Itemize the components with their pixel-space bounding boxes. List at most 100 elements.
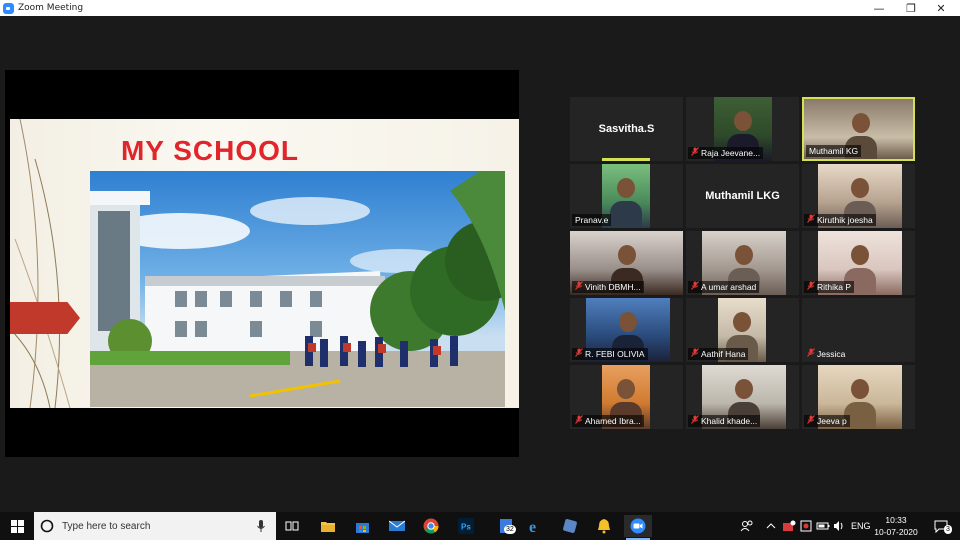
mail-icon[interactable]	[383, 515, 411, 537]
language-indicator[interactable]: ENG	[851, 512, 871, 540]
task-view-icon[interactable]	[278, 515, 306, 537]
photoshop-icon[interactable]: Ps	[452, 515, 480, 537]
participant-tile[interactable]: Rithika P	[802, 231, 915, 295]
muted-microphone-icon	[691, 147, 699, 159]
file-explorer-icon[interactable]	[314, 515, 342, 537]
participant-name: Vinith DBMH...	[585, 282, 641, 292]
clock-date: 10-07-2020	[874, 527, 918, 537]
participant-tile[interactable]: Raja Jeevane...	[686, 97, 799, 161]
school-photo	[90, 171, 505, 407]
slide-arrow-marker	[10, 302, 80, 334]
presentation-slide: MY SCHOOL	[10, 119, 519, 408]
participant-tile[interactable]: Muthamil KG	[802, 97, 915, 161]
clock-time: 10:33	[885, 515, 907, 525]
participant-name: R. FEBI OLIVIA	[585, 349, 645, 359]
speaking-indicator	[602, 158, 650, 161]
participant-tile[interactable]: Kiruthik joesha	[802, 164, 915, 228]
muted-microphone-icon	[807, 281, 815, 293]
participant-name: Muthamil KG	[809, 146, 859, 156]
system-clock[interactable]: 10:33 10-07-2020	[874, 514, 918, 538]
muted-microphone-icon	[575, 281, 583, 293]
search-placeholder: Type here to search	[62, 520, 151, 532]
participant-name-label: A umar arshad	[688, 281, 760, 293]
store-icon[interactable]	[348, 515, 376, 537]
participant-name: Rithika P	[817, 282, 852, 292]
participant-tile[interactable]: Ahamed Ibra...	[570, 365, 683, 429]
participant-name: Khalid khade...	[701, 416, 758, 426]
svg-text:Ps: Ps	[461, 523, 471, 532]
participant-tile[interactable]: Vinith DBMH...	[570, 231, 683, 295]
maximize-button[interactable]: ❐	[895, 0, 927, 16]
zoom-window: Zoom Meeting — ❐ ✕ MY SCHOOL Sasvitha.S …	[0, 0, 960, 512]
chrome-icon[interactable]	[417, 515, 445, 537]
participant-name-label: Ahamed Ibra...	[572, 415, 644, 427]
participant-name-label: Pranav.e	[572, 214, 612, 226]
screen-record-icon[interactable]	[800, 512, 812, 540]
muted-microphone-icon	[691, 281, 699, 293]
app-shortcut-icon[interactable]	[556, 515, 584, 537]
participant-name: Jessica	[817, 349, 846, 359]
notification-count-badge: 3	[944, 525, 952, 534]
action-center-button[interactable]: 3	[926, 512, 956, 540]
edge-icon[interactable]: e	[522, 515, 550, 537]
zoom-taskbar-icon[interactable]	[624, 515, 652, 540]
participant-name: Sasvitha.S	[598, 123, 655, 135]
muted-microphone-icon	[691, 348, 699, 360]
participant-name: Kiruthik joesha	[817, 215, 873, 225]
participant-tile[interactable]: A umar arshad	[686, 231, 799, 295]
muted-microphone-icon	[807, 214, 815, 226]
shared-screen: MY SCHOOL	[5, 70, 519, 457]
tray-app-icon[interactable]	[782, 512, 796, 540]
participant-name: Raja Jeevane...	[701, 148, 761, 158]
battery-icon[interactable]	[816, 512, 830, 540]
participant-name: Jeeva p	[817, 416, 847, 426]
participant-name-label: Kiruthik joesha	[804, 214, 876, 226]
volume-icon[interactable]	[833, 512, 845, 540]
participant-tile[interactable]: Sasvitha.S	[570, 97, 683, 161]
participant-name-label: Muthamil KG	[806, 145, 862, 157]
people-icon[interactable]	[740, 512, 754, 540]
participant-tile[interactable]: Muthamil LKG	[686, 164, 799, 228]
window-title: Zoom Meeting	[18, 3, 84, 13]
participant-name-label: Jeeva p	[804, 415, 850, 427]
participant-name: Aathif Hana	[701, 349, 746, 359]
participant-name: Ahamed Ibra...	[585, 416, 641, 426]
windows-taskbar: Type here to search Ps 32 e ENG 10:33 10…	[0, 512, 960, 540]
participant-name-label: Jessica	[804, 348, 848, 360]
zoom-app-icon	[3, 2, 14, 14]
muted-microphone-icon	[807, 348, 815, 360]
participant-name: A umar arshad	[701, 282, 757, 292]
taskbar-search-box[interactable]: Type here to search	[34, 512, 276, 540]
mail-count-badge: 32	[504, 525, 516, 534]
minimize-button[interactable]: —	[863, 0, 895, 16]
participant-name-label: Raja Jeevane...	[688, 147, 764, 159]
participant-tile[interactable]: Pranav.e	[570, 164, 683, 228]
title-bar: Zoom Meeting — ❐ ✕	[0, 0, 960, 16]
muted-microphone-icon	[575, 348, 583, 360]
start-button[interactable]	[0, 512, 34, 540]
close-button[interactable]: ✕	[925, 0, 957, 16]
notification-bell-app-icon[interactable]	[590, 515, 618, 537]
cortana-icon	[40, 519, 54, 533]
participant-tile[interactable]: Jeeva p	[802, 365, 915, 429]
participant-tile[interactable]: R. FEBI OLIVIA	[570, 298, 683, 362]
svg-text:e: e	[529, 519, 536, 534]
microphone-icon[interactable]	[256, 519, 266, 533]
muted-microphone-icon	[575, 415, 583, 427]
slide-title: MY SCHOOL	[120, 135, 300, 166]
muted-microphone-icon	[691, 415, 699, 427]
participant-name-label: Aathif Hana	[688, 348, 749, 360]
participant-tile[interactable]: Khalid khade...	[686, 365, 799, 429]
participant-tile[interactable]: Jessica	[802, 298, 915, 362]
participant-name-label: R. FEBI OLIVIA	[572, 348, 648, 360]
participant-name-label: Rithika P	[804, 281, 855, 293]
participant-name-label: Khalid khade...	[688, 415, 761, 427]
windows-logo-icon	[10, 519, 24, 533]
participant-name: Muthamil LKG	[705, 190, 780, 202]
participant-name: Pranav.e	[575, 215, 609, 225]
chevron-up-icon[interactable]	[766, 512, 776, 540]
participant-tile[interactable]: Aathif Hana	[686, 298, 799, 362]
mail-count-app-icon[interactable]: 32	[492, 515, 520, 537]
participant-name-label: Vinith DBMH...	[572, 281, 644, 293]
muted-microphone-icon	[807, 415, 815, 427]
